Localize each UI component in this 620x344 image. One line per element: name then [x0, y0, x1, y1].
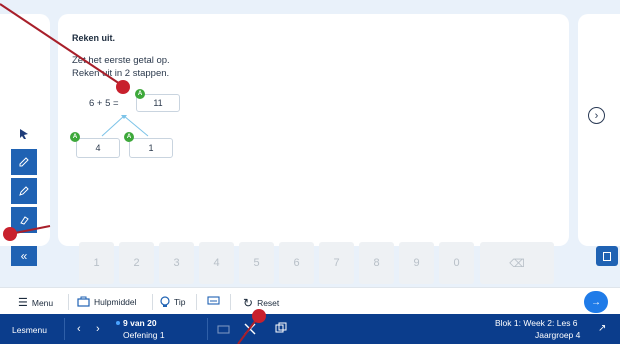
annotation-overlay: [0, 3, 260, 344]
annotation-marker: [3, 227, 17, 241]
annotation-marker: [252, 309, 266, 323]
annotation-marker: [116, 80, 130, 94]
